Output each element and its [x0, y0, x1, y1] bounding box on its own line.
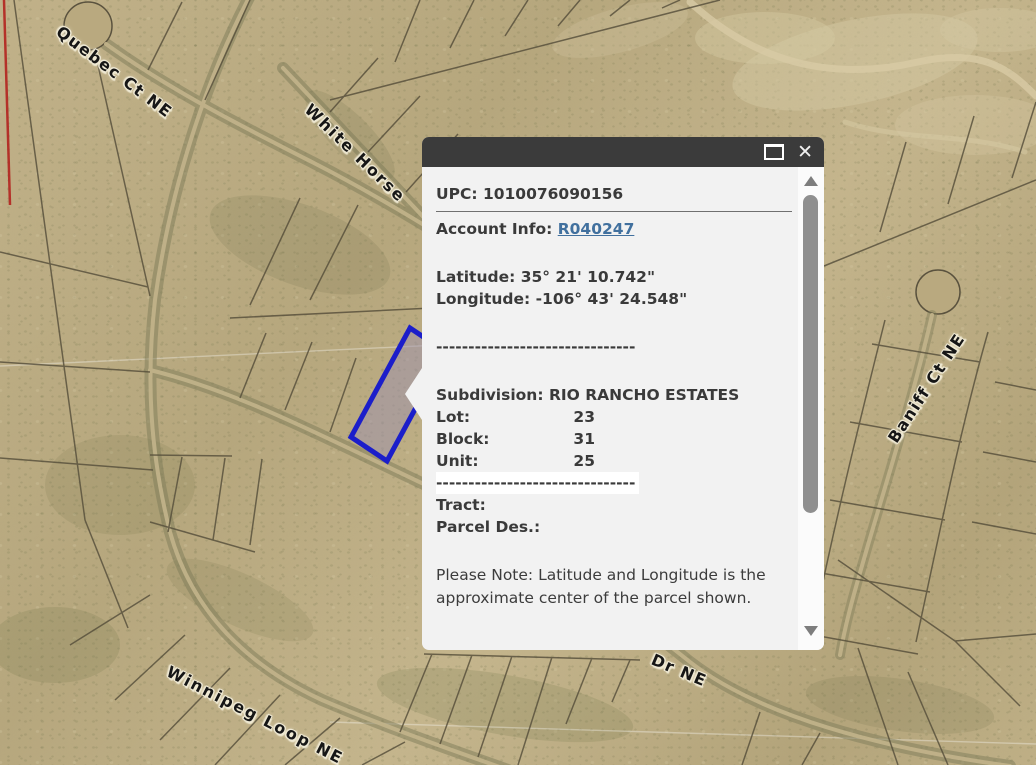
parcel-map-app: Quebec Ct NE White Horse Baniff Ct NE Wi… — [0, 0, 1036, 765]
longitude-value: -106° 43' 24.548" — [536, 290, 688, 308]
popup-titlebar[interactable]: ✕ — [422, 137, 824, 167]
lot-value: 23 — [573, 408, 595, 426]
note-text: Please Note: Latitude and Longitude is t… — [436, 564, 792, 610]
lot-row: Lot: 23 — [436, 406, 792, 428]
dashed-separator-highlighted: ------------------------------- — [436, 472, 639, 494]
upc-label: UPC: — [436, 185, 478, 203]
divider-line — [436, 211, 792, 212]
longitude-row: Longitude: -106° 43' 24.548" — [436, 288, 792, 310]
lot-label: Lot: — [436, 406, 568, 428]
account-label: Account Info: — [436, 220, 552, 238]
tract-label: Tract: — [436, 496, 486, 514]
longitude-label: Longitude: — [436, 290, 530, 308]
popup-scrollbar[interactable] — [798, 167, 824, 650]
subdivision-label: Subdivision: — [436, 386, 544, 404]
scroll-up-arrow-icon[interactable] — [804, 176, 818, 186]
upc-value: 1010076090156 — [483, 185, 623, 203]
latitude-row: Latitude: 35° 21' 10.742" — [436, 266, 792, 288]
latitude-label: Latitude: — [436, 268, 515, 286]
account-link[interactable]: R040247 — [558, 220, 635, 238]
parcel-des-label: Parcel Des.: — [436, 518, 540, 536]
upc-row: UPC: 1010076090156 — [436, 183, 792, 205]
dashed-separator: ------------------------------- — [436, 336, 792, 358]
subdivision-row: Subdivision: RIO RANCHO ESTATES — [436, 384, 792, 406]
block-label: Block: — [436, 428, 568, 450]
unit-label: Unit: — [436, 450, 568, 472]
popup-content: UPC: 1010076090156 Account Info: R040247… — [422, 167, 824, 650]
block-value: 31 — [573, 430, 595, 448]
close-icon[interactable]: ✕ — [797, 143, 813, 162]
parcel-des-row: Parcel Des.: — [436, 516, 792, 538]
unit-value: 25 — [573, 452, 595, 470]
maximize-icon[interactable] — [764, 144, 784, 160]
latitude-value: 35° 21' 10.742" — [521, 268, 655, 286]
unit-row: Unit: 25 — [436, 450, 792, 472]
tract-row: Tract: — [436, 494, 792, 516]
account-row: Account Info: R040247 — [436, 218, 792, 240]
scroll-down-arrow-icon[interactable] — [804, 626, 818, 636]
cul-de-sac-baniff — [916, 270, 960, 314]
subdivision-value: RIO RANCHO ESTATES — [549, 386, 739, 404]
parcel-info-popup: ✕ UPC: 1010076090156 Account Info: R0402… — [422, 137, 824, 650]
scrollbar-thumb[interactable] — [803, 195, 818, 513]
block-row: Block: 31 — [436, 428, 792, 450]
